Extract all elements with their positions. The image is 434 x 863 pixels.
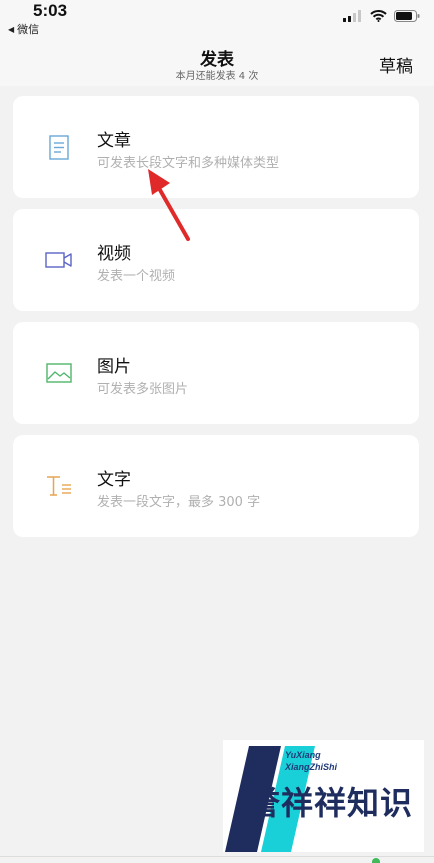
battery-icon — [394, 10, 420, 22]
watermark-logo: YuXiang XiangZhiShi 誉祥祥知识 — [223, 740, 424, 852]
watermark-line1: YuXiang — [285, 750, 321, 760]
option-description: 发表一个视频 — [97, 269, 176, 284]
option-description: 可发表多张图片 — [97, 382, 189, 397]
wifi-icon — [370, 10, 387, 22]
text-icon — [45, 473, 73, 499]
bottom-divider — [0, 856, 434, 857]
watermark-line2: XiangZhiShi — [285, 762, 338, 772]
option-text[interactable]: 文字 发表一段文字，最多 300 字 — [13, 435, 419, 537]
option-description: 发表一段文字，最多 300 字 — [97, 495, 261, 510]
status-time: 5:03 — [33, 1, 68, 20]
option-video[interactable]: 视频 发表一个视频 — [13, 209, 419, 311]
image-icon — [45, 360, 73, 386]
option-image[interactable]: 图片 可发表多张图片 — [13, 322, 419, 424]
option-title: 文章 — [97, 131, 131, 151]
publish-quota-text: 本月还能发表 4 次 — [175, 71, 259, 82]
status-icons — [343, 10, 420, 22]
option-title: 视频 — [97, 244, 131, 264]
back-triangle-icon: ◀ — [8, 24, 15, 34]
option-article[interactable]: 文章 可发表长段文字和多种媒体类型 — [13, 96, 419, 198]
status-bar: 5:03 ◀ 微信 — [0, 0, 434, 40]
option-title: 文字 — [97, 470, 131, 490]
header: 发表 本月还能发表 4 次 草稿 — [0, 40, 434, 86]
back-app-label: 微信 — [17, 23, 40, 36]
home-indicator — [372, 858, 380, 863]
article-icon — [45, 134, 73, 160]
watermark-brand: 誉祥祥知识 — [248, 784, 414, 822]
red-arrow-icon — [148, 169, 190, 241]
option-title: 图片 — [97, 357, 131, 377]
back-to-app[interactable]: ◀ 微信 — [8, 21, 39, 37]
video-icon — [45, 247, 73, 273]
drafts-button[interactable]: 草稿 — [379, 52, 413, 77]
signal-icon — [343, 10, 361, 22]
